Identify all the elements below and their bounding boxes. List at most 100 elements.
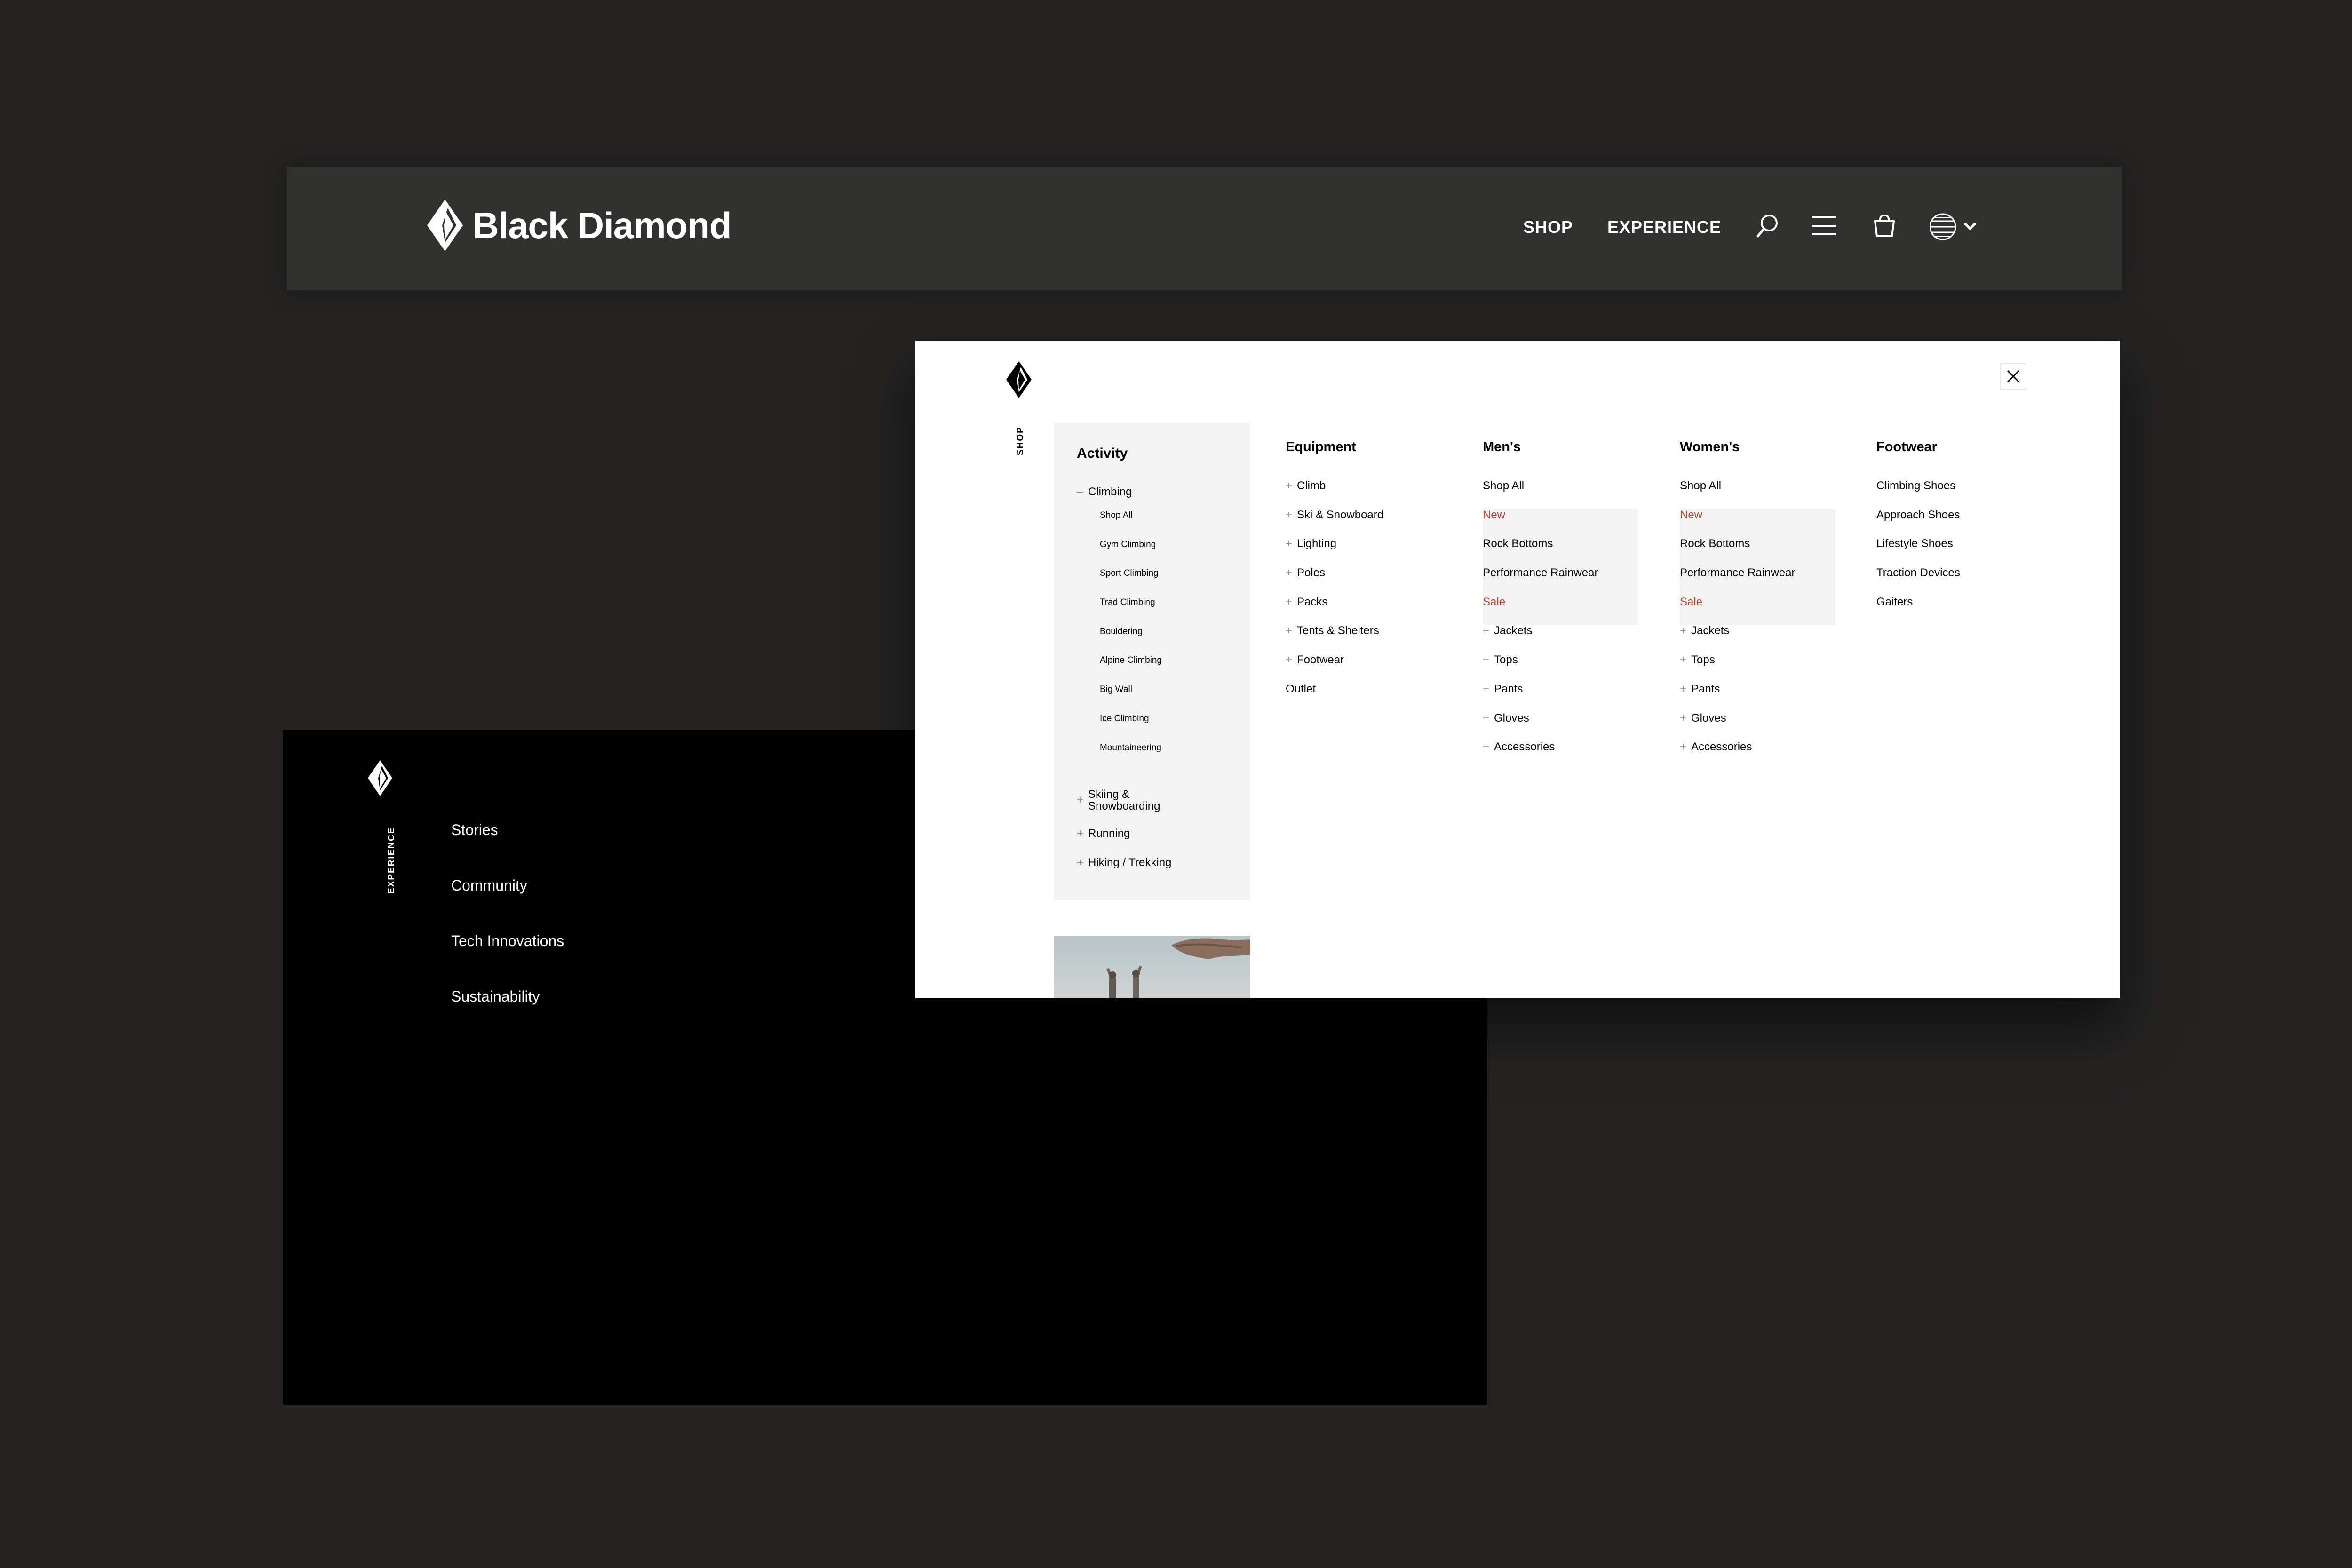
plus-icon: + (1483, 711, 1490, 724)
experience-item-tech-innovations[interactable]: Tech Innovations (451, 932, 564, 988)
menu-item-label: Ski & Snowboard (1297, 508, 1384, 521)
plus-icon: + (1680, 740, 1687, 754)
sub-item-bouldering[interactable]: Bouldering (1100, 627, 1162, 656)
diamond-logo-icon[interactable] (368, 760, 392, 796)
womens-title: Women's (1680, 439, 1740, 454)
equipment-item-ski-snowboard[interactable]: + Ski & Snowboard (1286, 509, 1383, 538)
footwear-title: Footwear (1876, 439, 1937, 454)
womens-item-sale[interactable]: Sale (1680, 596, 1835, 625)
sub-item-mountaineering[interactable]: Mountaineering (1100, 743, 1162, 772)
activity-item-skiing[interactable]: + Skiing & Snowboarding (1077, 788, 1182, 812)
footwear-item-traction-devices[interactable]: Traction Devices (1876, 567, 1960, 596)
womens-item-new[interactable]: New (1680, 509, 1835, 538)
womens-item-pants[interactable]: + Pants (1680, 683, 1835, 712)
equipment-item-footwear[interactable]: + Footwear (1286, 654, 1383, 683)
experience-item-community[interactable]: Community (451, 877, 564, 932)
womens-item-accessories[interactable]: + Accessories (1680, 741, 1835, 770)
mens-item-new[interactable]: New (1483, 509, 1638, 538)
footwear-item-lifestyle-shoes[interactable]: Lifestyle Shoes (1876, 538, 1960, 567)
sub-item-alpine-climbing[interactable]: Alpine Climbing (1100, 655, 1162, 685)
menu-item-label: Packs (1297, 595, 1328, 608)
equipment-item-poles[interactable]: + Poles (1286, 567, 1383, 596)
close-button[interactable] (2000, 363, 2026, 390)
site-header: Black Diamond SHOP EXPERIENCE (287, 167, 2122, 290)
menu-item-label: Gloves (1494, 711, 1529, 724)
experience-vertical-label: EXPERIENCE (387, 827, 397, 894)
plus-icon: + (1286, 595, 1293, 608)
mens-item-jackets[interactable]: + Jackets (1483, 625, 1638, 654)
menu-item-label: Pants (1691, 682, 1720, 695)
activity-item-label: Running (1088, 827, 1130, 840)
shop-menu-panel: SHOP Activity – Climbing Shop All Gym Cli… (915, 341, 2120, 998)
womens-item-tops[interactable]: + Tops (1680, 654, 1835, 683)
promo-image[interactable] (1054, 936, 1250, 998)
sub-item-shop-all[interactable]: Shop All (1100, 510, 1162, 540)
cart-icon[interactable] (1873, 215, 1896, 237)
mens-item-shop-all[interactable]: Shop All (1483, 480, 1638, 509)
plus-icon: + (1286, 479, 1293, 492)
womens-item-rock-bottoms[interactable]: Rock Bottoms (1680, 538, 1835, 567)
plus-icon: + (1077, 794, 1084, 806)
plus-icon: + (1286, 508, 1293, 521)
close-icon (2007, 370, 2020, 383)
plus-icon: + (1286, 624, 1293, 637)
equipment-item-climb[interactable]: + Climb (1286, 480, 1383, 509)
diamond-logo-icon[interactable] (1006, 361, 1032, 398)
menu-icon[interactable] (1812, 215, 1836, 236)
chevron-down-icon (1964, 223, 1976, 230)
menu-item-label: Tops (1691, 653, 1715, 667)
sub-item-big-wall[interactable]: Big Wall (1100, 685, 1162, 714)
footwear-item-climbing-shoes[interactable]: Climbing Shoes (1876, 480, 1960, 509)
plus-icon: + (1483, 653, 1490, 667)
menu-item-label: Gloves (1691, 711, 1726, 724)
footwear-item-gaiters[interactable]: Gaiters (1876, 596, 1960, 625)
plus-icon: + (1286, 566, 1293, 580)
activity-item-label: Hiking / Trekking (1088, 856, 1172, 869)
mens-item-accessories[interactable]: + Accessories (1483, 741, 1638, 770)
activity-item-label: Skiing & Snowboarding (1088, 788, 1160, 812)
mens-item-tops[interactable]: + Tops (1483, 654, 1638, 683)
search-icon[interactable] (1756, 214, 1780, 238)
plus-icon: + (1483, 682, 1490, 695)
sub-item-gym-climbing[interactable]: Gym Climbing (1100, 540, 1162, 569)
womens-item-jackets[interactable]: + Jackets (1680, 625, 1835, 654)
mens-item-gloves[interactable]: + Gloves (1483, 712, 1638, 741)
sub-item-trad-climbing[interactable]: Trad Climbing (1100, 597, 1162, 627)
climbing-sub-list: Shop All Gym Climbing Sport Climbing Tra… (1100, 510, 1162, 772)
activity-item-climbing[interactable]: – Climbing (1077, 486, 1132, 499)
activity-item-running[interactable]: + Running (1077, 828, 1130, 839)
region-selector[interactable] (1930, 213, 1981, 241)
mens-item-sale[interactable]: Sale (1483, 596, 1638, 625)
menu-item-label: Tents & Shelters (1297, 624, 1379, 637)
globe-icon (1930, 213, 1956, 240)
womens-item-shop-all[interactable]: Shop All (1680, 480, 1835, 509)
menu-item-label: Accessories (1691, 740, 1752, 754)
sub-item-ice-climbing[interactable]: Ice Climbing (1100, 714, 1162, 743)
menu-item-label: Footwear (1297, 653, 1344, 667)
mens-item-rock-bottoms[interactable]: Rock Bottoms (1483, 538, 1638, 567)
womens-item-performance-rainwear[interactable]: Performance Rainwear (1680, 567, 1835, 596)
equipment-item-tents-shelters[interactable]: + Tents & Shelters (1286, 625, 1383, 654)
nav-experience[interactable]: EXPERIENCE (1607, 217, 1721, 237)
menu-item-label: Lighting (1297, 537, 1337, 550)
experience-item-sustainability[interactable]: Sustainability (451, 988, 564, 1043)
footwear-item-approach-shoes[interactable]: Approach Shoes (1876, 509, 1960, 538)
equipment-item-packs[interactable]: + Packs (1286, 596, 1383, 625)
menu-item-label: Jackets (1494, 624, 1533, 637)
menu-item-label: Tops (1494, 653, 1518, 667)
plus-icon: + (1077, 827, 1084, 840)
sub-item-sport-climbing[interactable]: Sport Climbing (1100, 568, 1162, 597)
womens-item-gloves[interactable]: + Gloves (1680, 712, 1835, 741)
mens-item-pants[interactable]: + Pants (1483, 683, 1638, 712)
mens-item-performance-rainwear[interactable]: Performance Rainwear (1483, 567, 1638, 596)
equipment-item-lighting[interactable]: + Lighting (1286, 538, 1383, 567)
brand-name: Black Diamond (472, 204, 731, 246)
plus-icon: + (1680, 682, 1687, 695)
womens-column: Women's Shop All New Rock Bottoms Perfor… (1680, 439, 1835, 770)
experience-item-stories[interactable]: Stories (451, 821, 564, 877)
activity-item-hiking[interactable]: + Hiking / Trekking (1077, 857, 1171, 868)
plus-icon: + (1286, 653, 1293, 667)
equipment-item-outlet[interactable]: Outlet (1286, 683, 1383, 712)
nav-shop[interactable]: SHOP (1523, 217, 1573, 237)
brand-logo[interactable]: Black Diamond (427, 199, 731, 251)
